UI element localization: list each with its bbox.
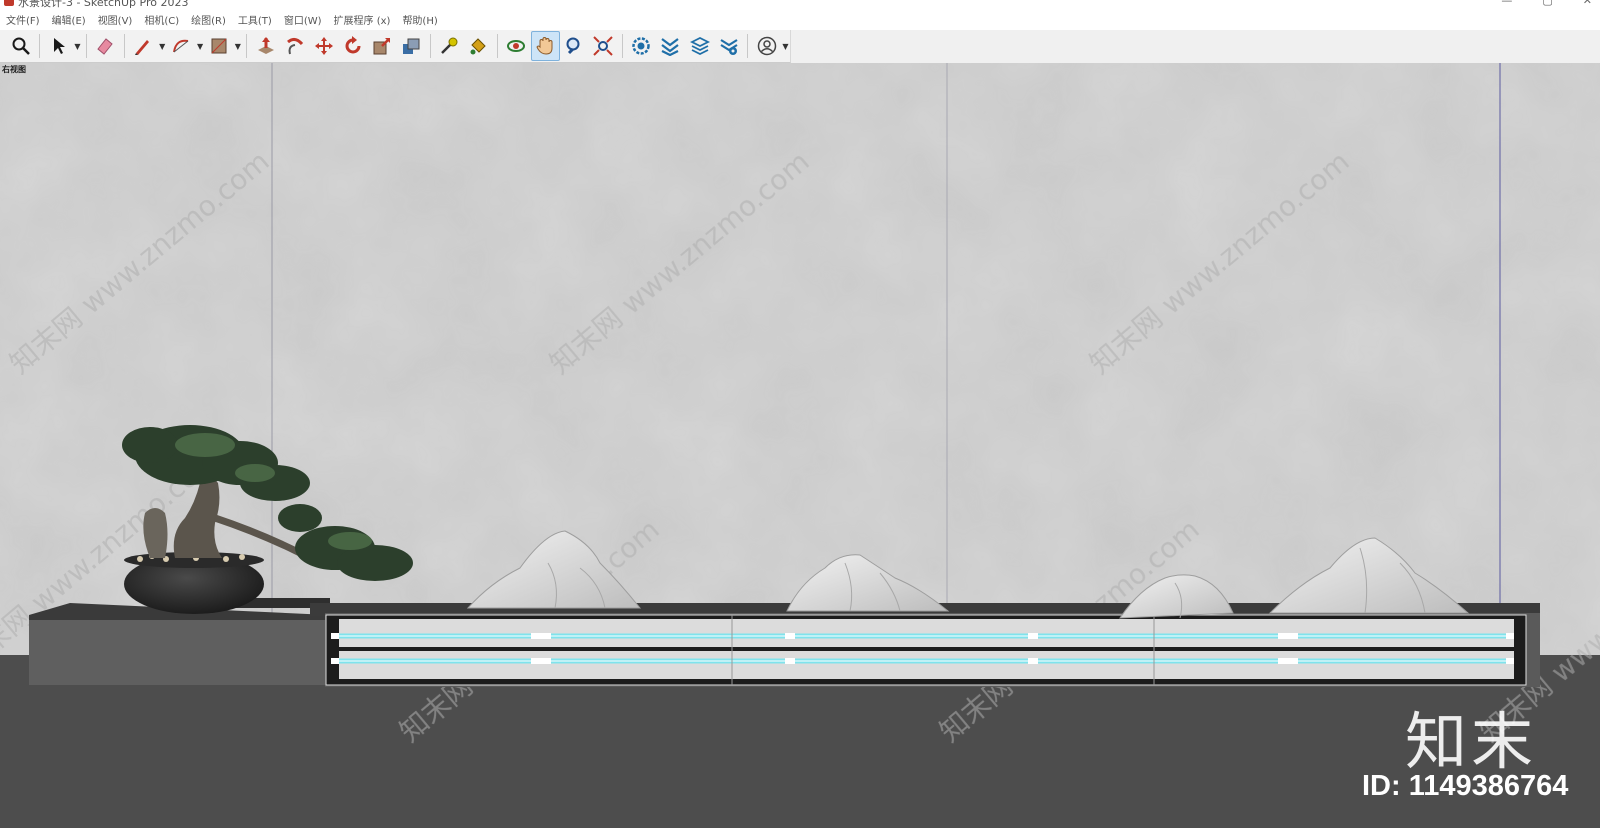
toolbar-separator xyxy=(39,34,41,58)
arc-dropdown-icon[interactable]: ▼ xyxy=(196,31,205,61)
zoom-extents-button[interactable] xyxy=(589,31,618,61)
plinth-left xyxy=(29,620,329,685)
follow-me-button[interactable] xyxy=(280,31,309,61)
account-button[interactable] xyxy=(752,31,781,61)
menu-camera[interactable]: 相机(C) xyxy=(144,12,179,27)
model-viewport[interactable]: 知末网 www.znzmo.com 知末网 www.znzmo.com 知末网 … xyxy=(0,63,1600,828)
push-pull-button[interactable] xyxy=(251,31,280,61)
minimize-button[interactable]: — xyxy=(1501,0,1512,7)
window-title: 水景设计-3 - SketchUp Pro 2023 xyxy=(18,0,189,8)
line-dropdown-icon[interactable]: ▼ xyxy=(158,31,167,61)
menu-extensions[interactable]: 扩展程序 (x) xyxy=(334,12,391,27)
select-button[interactable] xyxy=(44,31,73,61)
rectangle-icon xyxy=(211,38,227,54)
zoom-button[interactable] xyxy=(6,31,35,61)
toolbar-separator xyxy=(621,34,623,58)
orbit-icon xyxy=(507,40,526,52)
paint-bucket-button[interactable] xyxy=(464,31,493,61)
offset-icon xyxy=(402,38,420,54)
rectangle-dropdown-icon[interactable]: ▼ xyxy=(233,31,242,61)
scale-icon xyxy=(373,38,390,55)
scene-render: 知末网 www.znzmo.com 知末网 www.znzmo.com 知末网 … xyxy=(0,63,1600,828)
extension-warehouse-button[interactable] xyxy=(656,31,685,61)
zoom-icon xyxy=(12,37,30,55)
line-button[interactable] xyxy=(129,31,158,61)
zoom-tool-button[interactable] xyxy=(560,31,589,61)
rotate-icon xyxy=(345,36,361,54)
toolbar-separator xyxy=(123,34,125,58)
push-pull-icon xyxy=(257,37,274,54)
arc-icon xyxy=(173,39,189,53)
account-dropdown-icon[interactable]: ▼ xyxy=(781,31,790,61)
pan-button[interactable] xyxy=(530,31,560,61)
menu-window[interactable]: 窗口(W) xyxy=(284,12,322,27)
menu-view[interactable]: 视图(V) xyxy=(98,12,133,27)
zoom-extents-icon xyxy=(593,36,614,56)
move-button[interactable] xyxy=(309,31,338,61)
eraser-button[interactable] xyxy=(91,31,120,61)
scale-button[interactable] xyxy=(367,31,396,61)
rotate-button[interactable] xyxy=(338,31,367,61)
close-button[interactable]: ✕ xyxy=(1583,0,1592,7)
layout-button[interactable] xyxy=(685,31,714,61)
title-bar: 水景设计-3 - SketchUp Pro 2023 — ▢ ✕ xyxy=(0,0,1600,8)
menu-edit[interactable]: 编辑(E) xyxy=(52,12,86,27)
sketchup-logo-icon xyxy=(4,0,14,6)
resource-id-label: ID: 1149386764 xyxy=(1362,770,1569,802)
menu-tools[interactable]: 工具(T) xyxy=(238,12,272,27)
3d-warehouse-icon xyxy=(632,37,651,55)
extension-warehouse-icon xyxy=(661,38,680,56)
menu-help[interactable]: 帮助(H) xyxy=(402,12,437,27)
toolbar-separator xyxy=(747,34,749,58)
menu-file[interactable]: 文件(F) xyxy=(6,12,40,27)
scene-tab-label[interactable]: 右视图 xyxy=(2,64,26,75)
toolbar-separator xyxy=(496,34,498,58)
offset-button[interactable] xyxy=(396,31,425,61)
paint-bucket-icon xyxy=(470,38,486,55)
toolbar-separator xyxy=(246,34,248,58)
arc-button[interactable] xyxy=(167,31,196,61)
menu-draw[interactable]: 绘图(R) xyxy=(191,12,226,27)
toolbar-separator xyxy=(85,34,87,58)
menu-bar: 文件(F) 编辑(E) 视图(V) 相机(C) 绘图(R) 工具(T) 窗口(W… xyxy=(0,8,1600,30)
move-icon xyxy=(314,37,333,55)
sketchup-window: 水景设计-3 - SketchUp Pro 2023 — ▢ ✕ 文件(F) 编… xyxy=(0,0,1600,828)
tape-measure-icon xyxy=(441,37,458,54)
3d-warehouse-button[interactable] xyxy=(627,31,656,61)
select-arrow-icon xyxy=(53,38,65,54)
select-dropdown-icon[interactable]: ▼ xyxy=(73,31,82,61)
zoom-tool-icon xyxy=(566,37,580,55)
tape-measure-button[interactable] xyxy=(434,31,463,61)
toolbar-separator xyxy=(429,34,431,58)
user-account-icon xyxy=(757,36,776,56)
pencil-icon xyxy=(135,40,150,55)
pan-hand-icon xyxy=(536,36,553,55)
rectangle-button[interactable] xyxy=(204,31,233,61)
eraser-icon xyxy=(97,38,114,55)
maximize-button[interactable]: ▢ xyxy=(1542,0,1552,7)
extension-manager-button[interactable] xyxy=(714,31,743,61)
orbit-button[interactable] xyxy=(502,31,531,61)
brand-watermark: 知末 xyxy=(1405,705,1538,778)
extension-manager-icon xyxy=(719,39,738,55)
follow-me-icon xyxy=(286,37,303,55)
main-toolbar: ▼ ▼ ▼ ▼ ▼ xyxy=(0,30,791,63)
layout-icon xyxy=(689,36,710,56)
